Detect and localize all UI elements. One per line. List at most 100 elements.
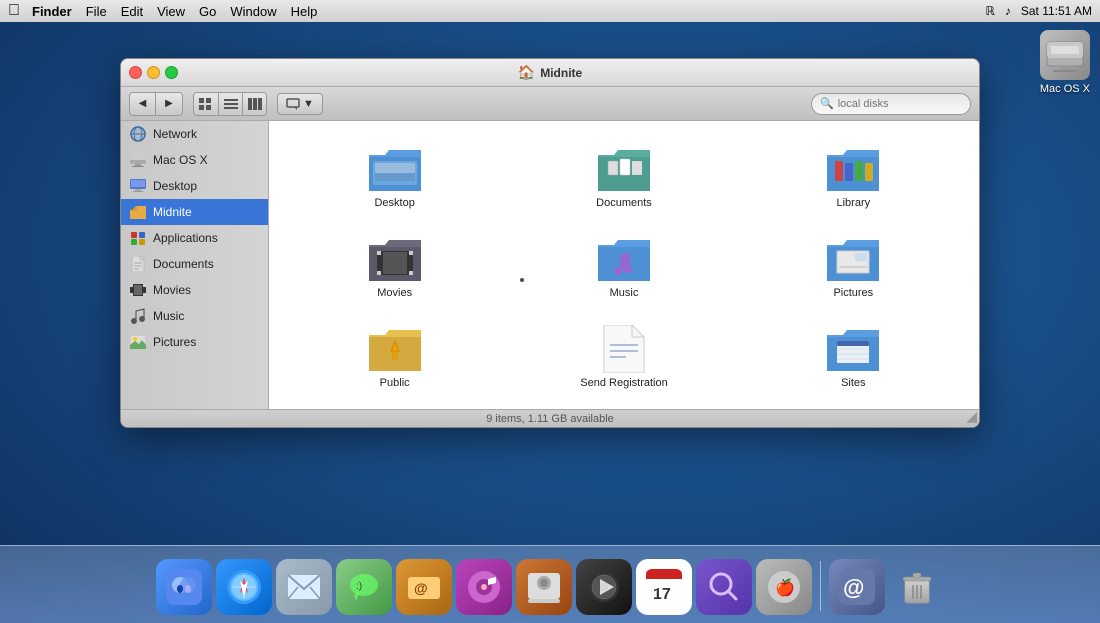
sidebar-item-music[interactable]: Music	[121, 303, 268, 329]
dock-item-iphoto[interactable]	[516, 559, 572, 615]
documents-folder-icon	[598, 145, 650, 193]
window-title-icon: 🏠	[518, 64, 535, 81]
file-item-music[interactable]: Music	[514, 227, 733, 307]
file-item-movies[interactable]: Movies	[285, 227, 504, 307]
hd-icon-img	[1040, 30, 1090, 80]
dock-item-mail-app[interactable]	[276, 559, 332, 615]
dock-item-trash[interactable]	[889, 559, 945, 615]
desktop-icon-small	[129, 177, 147, 195]
desktop-macosx-icon[interactable]: Mac OS X	[1040, 30, 1090, 95]
dock-item-sherlock[interactable]	[696, 559, 752, 615]
file-item-sites[interactable]: Sites	[744, 317, 963, 397]
music-folder-icon	[598, 235, 650, 283]
dock-iphoto-icon	[516, 559, 572, 615]
dock-item-idvd[interactable]	[576, 559, 632, 615]
file-label-music: Music	[610, 287, 639, 299]
file-label-send-registration: Send Registration	[580, 377, 667, 389]
midnite-icon	[129, 203, 147, 221]
sidebar-item-desktop[interactable]: Desktop	[121, 173, 268, 199]
list-view-button[interactable]	[218, 93, 242, 115]
sidebar-item-label-music: Music	[153, 309, 184, 323]
sidebar-item-label-applications: Applications	[153, 231, 218, 245]
svg-text:@: @	[843, 575, 864, 600]
menu-edit[interactable]: Edit	[121, 4, 143, 19]
action-dropdown-arrow: ▼	[303, 98, 314, 110]
menu-window[interactable]: Window	[230, 4, 276, 19]
sidebar-item-pictures[interactable]: Pictures	[121, 329, 268, 355]
dock-item-ichat[interactable]: :)	[336, 559, 392, 615]
maximize-button[interactable]	[165, 66, 178, 79]
pictures-folder-icon	[827, 235, 879, 283]
menubar-right: ℝ ♪ Sat 11:51 AM	[985, 4, 1092, 18]
pictures-icon	[129, 333, 147, 351]
sidebar-item-label-documents: Documents	[153, 257, 214, 271]
toolbar: ◀ ▶	[121, 87, 979, 121]
file-item-library[interactable]: Library	[744, 137, 963, 217]
file-item-pictures[interactable]: Pictures	[744, 227, 963, 307]
sidebar-item-macosx[interactable]: Mac OS X	[121, 147, 268, 173]
dock-item-system[interactable]: 🍎	[756, 559, 812, 615]
dock-trash-icon	[889, 559, 945, 615]
sidebar-item-midnite[interactable]: Midnite	[121, 199, 268, 225]
nav-buttons: ◀ ▶	[129, 92, 183, 116]
dock-item-ical[interactable]: 17 JUL	[636, 559, 692, 615]
forward-button[interactable]: ▶	[156, 93, 182, 115]
menu-go[interactable]: Go	[199, 4, 216, 19]
file-label-documents: Documents	[596, 197, 652, 209]
sidebar-item-documents[interactable]: Documents	[121, 251, 268, 277]
minimize-button[interactable]	[147, 66, 160, 79]
svg-text:🍎: 🍎	[775, 578, 795, 597]
menu-view[interactable]: View	[157, 4, 185, 19]
sidebar-item-label-pictures: Pictures	[153, 335, 196, 349]
datetime: Sat 11:51 AM	[1021, 4, 1092, 18]
movies-icon	[129, 281, 147, 299]
dock: :) @	[0, 545, 1100, 623]
dock-item-mail[interactable]: @	[396, 559, 452, 615]
svg-text:JUL: JUL	[650, 584, 663, 591]
sidebar-item-movies[interactable]: Movies	[121, 277, 268, 303]
file-item-public[interactable]: Public	[285, 317, 504, 397]
close-button[interactable]	[129, 66, 142, 79]
dock-separator	[820, 561, 821, 611]
dock-item-safari[interactable]	[216, 559, 272, 615]
file-item-desktop[interactable]: Desktop	[285, 137, 504, 217]
menu-finder[interactable]: Finder	[32, 4, 72, 19]
dock-ichat-icon: :)	[336, 559, 392, 615]
applications-icon	[129, 229, 147, 247]
file-item-send-registration[interactable]: Send Registration	[514, 317, 733, 397]
column-view-button[interactable]	[242, 93, 266, 115]
sidebar-item-applications[interactable]: Applications	[121, 225, 268, 251]
menu-file[interactable]: File	[86, 4, 107, 19]
volume-icon[interactable]: ♪	[1005, 4, 1011, 18]
icon-view-button[interactable]	[194, 93, 218, 115]
network-icon	[129, 125, 147, 143]
file-label-sites: Sites	[841, 377, 865, 389]
dock-finder-icon	[156, 559, 212, 615]
apple-menu[interactable]: 	[8, 2, 20, 20]
action-button[interactable]: ▼	[277, 93, 323, 115]
public-folder-icon	[369, 325, 421, 373]
sidebar-item-label-movies: Movies	[153, 283, 191, 297]
back-button[interactable]: ◀	[130, 93, 156, 115]
main-content: Network Mac OS X	[121, 121, 979, 409]
desktop-folder-icon	[369, 145, 421, 193]
file-label-pictures: Pictures	[833, 287, 873, 299]
dock-item-at[interactable]: @	[829, 559, 885, 615]
dock-item-itunes[interactable]	[456, 559, 512, 615]
dock-item-finder[interactable]	[156, 559, 212, 615]
sidebar-item-network[interactable]: Network	[121, 121, 268, 147]
send-registration-icon	[598, 325, 650, 373]
file-item-documents[interactable]: Documents	[514, 137, 733, 217]
finder-window: 🏠 Midnite ◀ ▶	[120, 58, 980, 428]
sidebar-item-label-network: Network	[153, 127, 197, 141]
bluetooth-icon[interactable]: ℝ	[985, 4, 995, 18]
music-icon	[129, 307, 147, 325]
menubar:  Finder File Edit View Go Window Help ℝ…	[0, 0, 1100, 22]
macosx-hd-icon	[129, 151, 147, 169]
window-title: Midnite	[540, 66, 582, 80]
sites-folder-icon	[827, 325, 879, 373]
search-box[interactable]: 🔍	[811, 93, 971, 115]
search-input[interactable]	[838, 98, 962, 110]
menu-help[interactable]: Help	[291, 4, 318, 19]
file-label-desktop: Desktop	[374, 197, 414, 209]
